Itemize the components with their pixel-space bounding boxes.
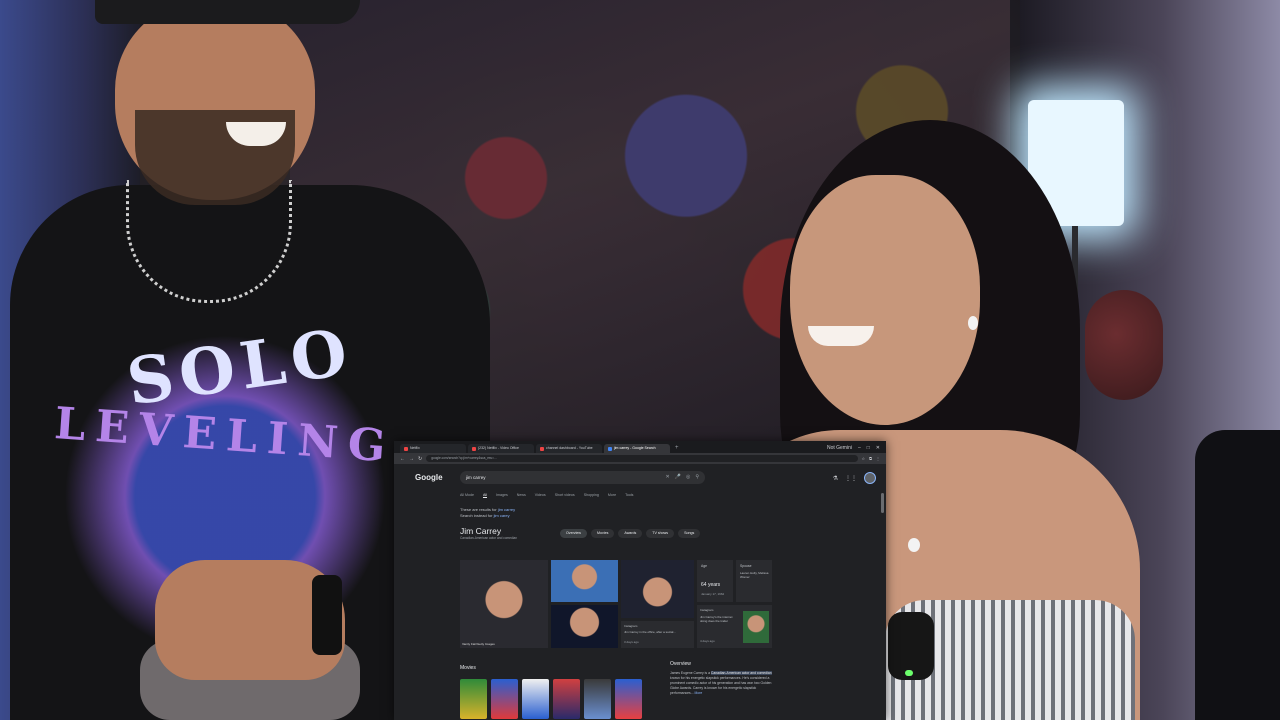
mic-led xyxy=(905,670,913,676)
original-query-link[interactable]: jim carey xyxy=(494,513,510,518)
labs-icon[interactable]: ⚗ xyxy=(833,475,838,482)
search-icon[interactable]: ⚲ xyxy=(695,474,699,480)
movie-poster[interactable] xyxy=(553,679,580,719)
spelling-note: These are results for jim carrey Search … xyxy=(460,507,516,518)
tab-news[interactable]: News xyxy=(517,493,526,497)
corrected-query-link[interactable]: jim carrey xyxy=(498,507,515,512)
entity-header: Jim Carrey Canadian-American actor and c… xyxy=(394,523,886,543)
movie-poster[interactable] xyxy=(615,679,642,719)
tab-short-videos[interactable]: Short videos xyxy=(555,493,575,497)
browser-tab[interactable]: channel dashboard - YouTube xyxy=(536,444,602,453)
earring xyxy=(968,316,978,330)
age-card[interactable]: Age 64 years January 17, 1962 xyxy=(697,560,733,602)
decor-ball xyxy=(1085,290,1163,400)
close-button[interactable]: ✕ xyxy=(876,444,880,453)
window-controls: Not Gemini – □ ✕ xyxy=(827,444,886,453)
reload-icon[interactable]: ↻ xyxy=(418,456,422,462)
netflix-icon xyxy=(404,446,408,451)
spouse-card[interactable]: Spouse Lauren Holly, Melissa Womer xyxy=(736,560,772,602)
movie-poster[interactable] xyxy=(460,679,487,719)
entity-subtitle: Canadian-American actor and comedian xyxy=(460,536,518,540)
chip-overview[interactable]: Overview xyxy=(560,528,587,538)
entity-chips: Overview Movies Awards TV shows Songs xyxy=(560,528,701,538)
thumb-image[interactable] xyxy=(551,560,618,602)
search-box[interactable]: jim carrey ✕ 🎤 ◎ ⚲ xyxy=(460,470,705,484)
chair xyxy=(1195,430,1280,720)
clear-icon[interactable]: ✕ xyxy=(666,474,670,480)
youtube-icon xyxy=(540,446,544,451)
maximize-button[interactable]: □ xyxy=(867,444,870,453)
main-image[interactable]: Vanity Fair/Getty Images xyxy=(460,560,548,648)
pendant xyxy=(908,538,920,552)
menu-icon[interactable]: ⋮ xyxy=(876,456,880,461)
back-icon[interactable]: ← xyxy=(400,456,405,462)
news-card[interactable]: Instagram Jim Carrey in the office, afte… xyxy=(621,621,694,648)
browser-tab[interactable]: (232) Netflix - Video Office xyxy=(468,444,534,453)
scrollbar[interactable] xyxy=(881,493,884,513)
cap xyxy=(95,0,360,24)
overview-text: James Eugene Carrey is a Canadian-Americ… xyxy=(670,671,772,695)
chip-awards[interactable]: Awards xyxy=(618,528,643,538)
movies-carousel xyxy=(460,679,642,719)
search-input[interactable]: jim carrey xyxy=(466,475,661,480)
google-logo[interactable]: Google xyxy=(415,473,455,482)
news-card[interactable]: Instagram Jim Carrey's the internet doin… xyxy=(697,605,772,648)
browser-window: Netflix (232) Netflix - Video Office cha… xyxy=(394,441,886,720)
apps-icon[interactable]: ⋮⋮ xyxy=(845,475,857,482)
chip-songs[interactable]: Songs xyxy=(678,528,701,538)
lens-icon[interactable]: ◎ xyxy=(686,474,690,480)
tab-images[interactable]: Images xyxy=(496,493,508,497)
google-header: Google jim carrey ✕ 🎤 ◎ ⚲ ⚗ ⋮⋮ xyxy=(394,464,886,490)
tab-more[interactable]: More xyxy=(608,493,616,497)
extensions-icon[interactable]: ⧉ xyxy=(869,456,872,461)
browser-tab-active[interactable]: jim carrey - Google Search xyxy=(604,444,670,453)
person-right-face xyxy=(790,175,980,425)
address-bar[interactable]: google.com/search?q=jim+carrey&sca_esv=.… xyxy=(426,455,858,462)
movies-heading: Movies xyxy=(460,665,476,671)
forward-icon[interactable]: → xyxy=(409,456,414,462)
movie-poster[interactable] xyxy=(522,679,549,719)
avatar[interactable] xyxy=(864,472,876,484)
movie-poster[interactable] xyxy=(584,679,611,719)
entity-title: Jim Carrey xyxy=(460,526,502,536)
news-image[interactable] xyxy=(621,560,694,618)
image-caption: Vanity Fair/Getty Images xyxy=(462,642,495,646)
search-tabs: All Mode All Images News Videos Short vi… xyxy=(394,490,886,500)
browser-tab[interactable]: Netflix xyxy=(400,444,466,453)
minimize-button[interactable]: – xyxy=(858,444,861,453)
new-tab-button[interactable]: + xyxy=(675,444,679,453)
more-link[interactable]: More xyxy=(695,691,703,695)
chip-movies[interactable]: Movies xyxy=(590,528,615,538)
tab-bar: Netflix (232) Netflix - Video Office cha… xyxy=(394,441,886,453)
profile-label[interactable]: Not Gemini xyxy=(827,444,852,453)
thumb-image[interactable] xyxy=(551,605,618,648)
chip-tv-shows[interactable]: TV shows xyxy=(646,528,675,538)
mic-icon[interactable]: 🎤 xyxy=(675,474,681,480)
tab-tools[interactable]: Tools xyxy=(625,493,633,497)
overview-heading: Overview xyxy=(670,661,691,667)
google-icon xyxy=(608,446,612,451)
tab-videos[interactable]: Videos xyxy=(535,493,546,497)
smile-right xyxy=(808,326,874,346)
header-right: ⚗ ⋮⋮ xyxy=(833,472,876,484)
bookmark-icon[interactable]: ☆ xyxy=(862,456,866,461)
movie-poster[interactable] xyxy=(491,679,518,719)
news-thumbnail xyxy=(743,611,769,643)
tab-ai-mode[interactable]: All Mode xyxy=(460,493,474,497)
image-row: Vanity Fair/Getty Images Instagram Jim C… xyxy=(460,560,772,648)
address-bar-row: ← → ↻ google.com/search?q=jim+carrey&sca… xyxy=(394,453,886,464)
tab-all[interactable]: All xyxy=(482,493,487,498)
youtube-icon xyxy=(472,446,476,451)
tab-shopping[interactable]: Shopping xyxy=(584,493,599,497)
watch xyxy=(312,575,342,655)
